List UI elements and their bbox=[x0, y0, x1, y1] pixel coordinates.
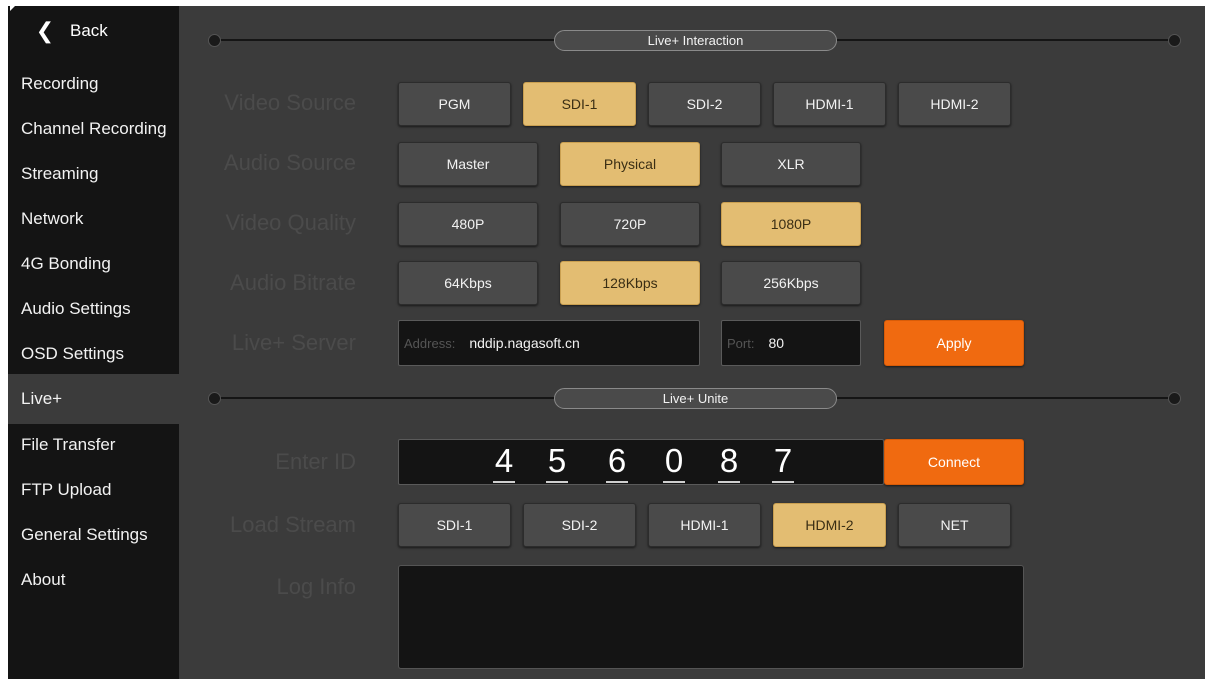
sidebar-item-live-plus[interactable]: Live+ bbox=[8, 374, 179, 424]
id-digit: 5 bbox=[545, 442, 569, 483]
sidebar-item-4g-bonding[interactable]: 4G Bonding bbox=[8, 243, 179, 285]
sidebar-item-label: OSD Settings bbox=[21, 344, 124, 363]
video-quality-720p-button[interactable]: 720P bbox=[560, 202, 700, 246]
load-stream-label: Load Stream bbox=[230, 512, 356, 537]
sidebar: ❮ Back Recording Channel Recording Strea… bbox=[8, 6, 179, 679]
back-button[interactable]: ❮ Back bbox=[8, 6, 179, 56]
log-info-box[interactable] bbox=[398, 565, 1024, 669]
id-input[interactable]: 4 5 6 0 8 7 bbox=[398, 439, 884, 485]
sidebar-item-general-settings[interactable]: General Settings bbox=[8, 514, 179, 556]
audio-bitrate-64kbps-button[interactable]: 64Kbps bbox=[398, 261, 538, 305]
back-label: Back bbox=[70, 21, 108, 40]
sidebar-item-label: FTP Upload bbox=[21, 480, 112, 499]
video-quality-1080p-button[interactable]: 1080P bbox=[721, 202, 861, 246]
server-port-field[interactable]: Port: 80 bbox=[721, 320, 861, 366]
audio-source-label: Audio Source bbox=[223, 150, 356, 175]
load-stream-hdmi2-button[interactable]: HDMI-2 bbox=[773, 503, 886, 547]
sidebar-item-channel-recording[interactable]: Channel Recording bbox=[8, 108, 179, 150]
mouse-cursor-icon bbox=[10, 6, 15, 11]
apply-button[interactable]: Apply bbox=[884, 320, 1024, 366]
sidebar-item-label: About bbox=[21, 570, 66, 589]
sidebar-item-audio-settings[interactable]: Audio Settings bbox=[8, 288, 179, 330]
sidebar-item-label: Audio Settings bbox=[21, 299, 131, 318]
address-placeholder: Address: bbox=[404, 335, 456, 351]
id-digit: 6 bbox=[605, 442, 629, 483]
section-title-live-unite: Live+ Unite bbox=[554, 388, 837, 409]
divider-endpoint bbox=[208, 34, 221, 47]
log-info-label: Log Info bbox=[276, 574, 356, 599]
audio-bitrate-label: Audio Bitrate bbox=[230, 270, 356, 295]
server-address-field[interactable]: Address: nddip.nagasoft.cn bbox=[398, 320, 700, 366]
chevron-left-icon: ❮ bbox=[35, 18, 55, 43]
video-source-sdi2-button[interactable]: SDI-2 bbox=[648, 82, 761, 126]
sidebar-item-label: Network bbox=[21, 209, 84, 228]
enter-id-label: Enter ID bbox=[275, 449, 356, 474]
audio-source-xlr-button[interactable]: XLR bbox=[721, 142, 861, 186]
sidebar-item-label: Streaming bbox=[21, 164, 99, 183]
sidebar-item-network[interactable]: Network bbox=[8, 198, 179, 240]
id-digit: 7 bbox=[771, 442, 795, 483]
audio-source-master-button[interactable]: Master bbox=[398, 142, 538, 186]
load-stream-hdmi1-button[interactable]: HDMI-1 bbox=[648, 503, 761, 547]
video-source-hdmi1-button[interactable]: HDMI-1 bbox=[773, 82, 886, 126]
video-source-pgm-button[interactable]: PGM bbox=[398, 82, 511, 126]
sidebar-item-osd-settings[interactable]: OSD Settings bbox=[8, 333, 179, 375]
audio-source-physical-button[interactable]: Physical bbox=[560, 142, 700, 186]
sidebar-item-recording[interactable]: Recording bbox=[8, 63, 179, 105]
sidebar-item-ftp-upload[interactable]: FTP Upload bbox=[8, 469, 179, 511]
audio-bitrate-128kbps-button[interactable]: 128Kbps bbox=[560, 261, 700, 305]
audio-bitrate-256kbps-button[interactable]: 256Kbps bbox=[721, 261, 861, 305]
id-digit: 4 bbox=[492, 442, 516, 483]
sidebar-item-file-transfer[interactable]: File Transfer bbox=[8, 424, 179, 466]
video-quality-label: Video Quality bbox=[225, 210, 356, 235]
divider-endpoint bbox=[1168, 392, 1181, 405]
divider-endpoint bbox=[208, 392, 221, 405]
load-stream-net-button[interactable]: NET bbox=[898, 503, 1011, 547]
connect-button[interactable]: Connect bbox=[884, 439, 1024, 485]
section-title-live-interaction: Live+ Interaction bbox=[554, 30, 837, 51]
video-quality-480p-button[interactable]: 480P bbox=[398, 202, 538, 246]
sidebar-item-label: 4G Bonding bbox=[21, 254, 111, 273]
video-source-sdi1-button[interactable]: SDI-1 bbox=[523, 82, 636, 126]
port-value: 80 bbox=[768, 335, 785, 351]
sidebar-item-streaming[interactable]: Streaming bbox=[8, 153, 179, 195]
id-digit: 0 bbox=[662, 442, 686, 483]
sidebar-item-label: Channel Recording bbox=[21, 119, 167, 138]
load-stream-sdi2-button[interactable]: SDI-2 bbox=[523, 503, 636, 547]
load-stream-sdi1-button[interactable]: SDI-1 bbox=[398, 503, 511, 547]
sidebar-item-label: General Settings bbox=[21, 525, 148, 544]
divider-endpoint bbox=[1168, 34, 1181, 47]
sidebar-item-label: Live+ bbox=[21, 389, 63, 408]
live-server-label: Live+ Server bbox=[231, 330, 356, 355]
address-value: nddip.nagasoft.cn bbox=[469, 335, 580, 351]
video-source-label: Video Source bbox=[224, 90, 356, 115]
sidebar-item-label: Recording bbox=[21, 74, 99, 93]
port-placeholder: Port: bbox=[727, 335, 755, 351]
video-source-hdmi2-button[interactable]: HDMI-2 bbox=[898, 82, 1011, 126]
id-digit: 8 bbox=[717, 442, 741, 483]
sidebar-item-label: File Transfer bbox=[21, 435, 116, 454]
sidebar-item-about[interactable]: About bbox=[8, 559, 179, 601]
